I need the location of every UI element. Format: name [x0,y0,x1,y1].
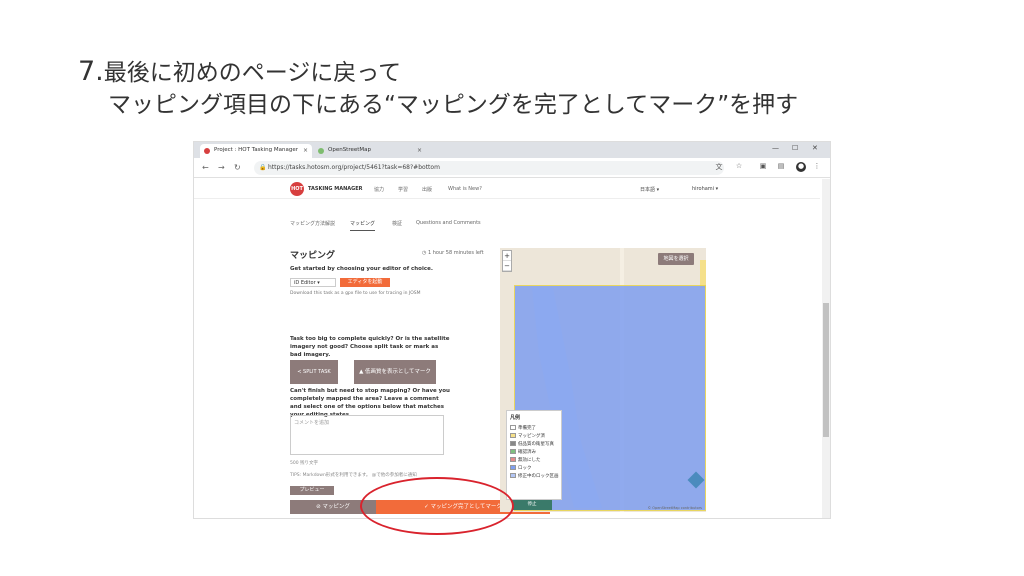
chars-remaining: 500 残り文字 [290,461,319,466]
zoom-in-icon[interactable]: + [503,251,511,261]
scrollbar-thumb[interactable] [823,303,829,437]
editor-prompt: Get started by choosing your editor of c… [290,266,433,272]
close-window-icon[interactable]: ✕ [812,144,818,152]
tab-label: Project : HOT Tasking Manager [214,147,298,153]
legend-swatch [510,449,516,454]
zoom-control: + − [502,250,512,272]
profile-avatar-icon[interactable]: ● [796,162,806,172]
pdf-extension-icon[interactable]: ▤ [776,162,786,172]
url-text: https://tasks.hotosm.org/project/5461?ta… [268,164,440,171]
tab-label: OpenStreetMap [328,147,372,153]
forward-icon[interactable]: → [218,163,225,172]
split-task-button[interactable]: ≺ SPLIT TASK [290,360,338,384]
legend-swatch [510,473,516,478]
extension-icon[interactable]: ▣ [758,162,768,172]
url-field[interactable]: 🔒 https://tasks.hotosm.org/project/5461?… [254,161,724,175]
nav-learn[interactable]: 学習 [398,186,408,193]
reload-icon[interactable]: ↻ [234,163,241,172]
lock-icon: 🔒 [259,164,267,171]
tab-openstreetmap[interactable]: OpenStreetMap × [314,144,426,158]
split-question: Task too big to complete quickly? Or is … [290,336,450,358]
legend-swatch [510,433,516,438]
preview-button[interactable]: プレビュー [290,486,334,495]
legend-title: 凡例 [510,415,521,421]
hot-favicon-icon [204,148,210,154]
language-select[interactable]: 日本語 ▾ [640,186,659,193]
minimize-icon[interactable]: — [772,144,779,152]
adjacent-task-cell [700,260,706,288]
legend-swatch [510,425,516,430]
osm-favicon-icon [318,148,324,154]
translate-icon[interactable]: 文 [714,162,724,172]
hot-logo-icon[interactable]: HOT [290,182,304,196]
task-map[interactable]: + − 地図を選択 凡例 準備完了 マッピング済 低品質の衛星写真 確認済み 無… [500,248,706,512]
legend-item: 準備完了 [510,425,558,433]
map-attribution: © OpenStreetMap contributors [647,506,702,510]
time-remaining: ◷ 1 hour 58 minutes left [422,250,484,256]
title-line1: 最後に初めのページに戻って [103,60,402,86]
map-select-button[interactable]: 地図を選択 [658,253,694,265]
tab-bar: Project : HOT Tasking Manager × OpenStre… [194,142,830,158]
mapping-heading: マッピング [290,251,336,261]
close-tab-icon[interactable]: × [303,147,308,154]
slide-title: 7.最後に初めのページに戻って マッピング項目の下にある“マッピングを完了として… [78,56,798,121]
legend-item: 修正中のロック区画 [510,473,559,481]
page-scrollbar[interactable] [822,179,830,518]
tab-validation[interactable]: 検証 [392,220,402,230]
comment-textarea[interactable]: コメントを追加 [290,415,444,455]
legend-item: ロック [510,465,558,473]
step-number: 7. [78,56,104,87]
start-editor-button[interactable]: エディタを起動 [340,278,390,287]
zoom-out-icon[interactable]: − [503,261,511,271]
tab-mapping-instructions[interactable]: マッピング方法解説 [290,220,335,230]
map-legend: 凡例 準備完了 マッピング済 低品質の衛星写真 確認済み 無効にした ロック 修… [506,410,562,500]
editor-dropdown[interactable]: iD Editor ▾ [290,278,336,287]
legend-swatch [510,465,516,470]
markdown-tips: TIPS: Markdown形式を利用できます。 @で他の参加者に通知 [290,473,417,478]
tab-tasking-manager[interactable]: Project : HOT Tasking Manager × [200,144,312,158]
nav-publish[interactable]: 出版 [422,186,432,193]
close-tab-icon[interactable]: × [417,147,422,154]
maximize-icon[interactable]: ☐ [792,144,798,152]
nav-contribute[interactable]: 協力 [374,186,384,193]
menu-kebab-icon[interactable]: ⋮ [812,162,822,172]
legend-swatch [510,441,516,446]
highlight-circle [360,477,514,535]
legend-item: 無効にした [510,457,558,465]
bookmark-star-icon[interactable]: ☆ [734,162,744,172]
legend-item: 確認済み [510,449,558,457]
nav-whats-new[interactable]: What is New? [448,186,482,192]
user-menu[interactable]: hirohami ▾ [692,186,718,192]
legend-item: マッピング済 [510,433,558,441]
download-gpx-link[interactable]: Download this task as a gpx file to use … [290,291,421,296]
app-header: HOT TASKING MANAGER 協力 学習 出版 What is New… [194,179,820,199]
tab-mapping[interactable]: マッピング [350,220,376,231]
legend-item: 低品質の衛星写真 [510,441,558,449]
tab-questions[interactable]: Questions and Comments [416,220,481,229]
browser-screenshot: Project : HOT Tasking Manager × OpenStre… [193,141,831,519]
bad-imagery-button[interactable]: ▲ 低画質を表示としてマーク [354,360,436,384]
back-icon[interactable]: ← [202,163,209,172]
brand-name: TASKING MANAGER [308,186,363,192]
address-bar: ← → ↻ 🔒 https://tasks.hotosm.org/project… [194,158,830,178]
legend-swatch [510,457,516,462]
title-line2: マッピング項目の下にある“マッピングを完了としてマーク”を押す [108,92,799,118]
stop-mapping-button[interactable]: 停止 [512,500,552,510]
slide: 7.最後に初めのページに戻って マッピング項目の下にある“マッピングを完了として… [0,0,1024,576]
